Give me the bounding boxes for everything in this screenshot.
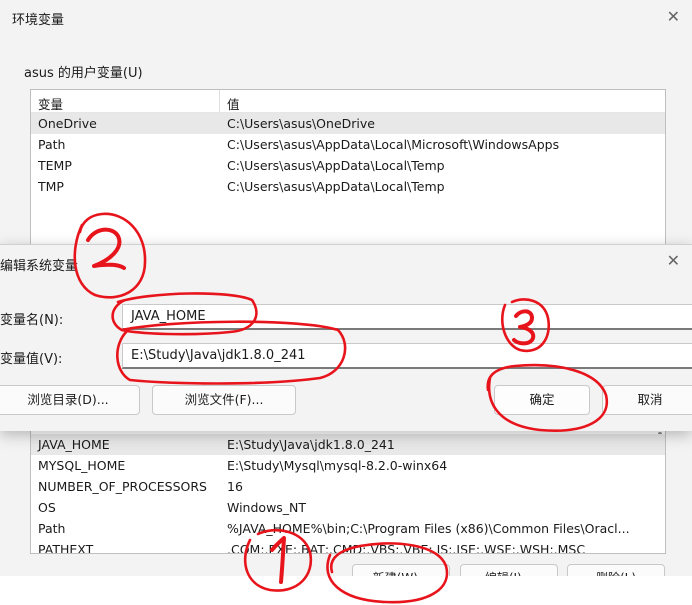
variable-value-text: E:\Study\Java\jdk1.8.0_241 <box>131 348 306 363</box>
dialog-title: 编辑系统变量 <box>0 259 79 274</box>
close-icon[interactable]: ✕ <box>667 251 680 270</box>
browse-directory-button[interactable]: 浏览目录(D)... <box>0 385 140 415</box>
table-row[interactable]: NUMBER_OF_PROCESSORS 16 <box>31 476 665 497</box>
table-row[interactable]: MYSQL_HOME E:\Study\Mysql\mysql-8.2.0-wi… <box>31 455 665 476</box>
variable-name: MYSQL_HOME <box>38 458 126 473</box>
variable-name: Path <box>38 521 66 536</box>
list-header: 变量 值 <box>31 90 665 113</box>
variable-name-value: JAVA_HOME <box>131 309 206 324</box>
column-header-value[interactable]: 值 <box>227 94 240 113</box>
variable-name: JAVA_HOME <box>38 437 110 452</box>
column-header-name[interactable]: 变量 <box>38 94 63 113</box>
env-window-title: 环境变量 <box>12 13 65 28</box>
variable-name: OS <box>38 500 56 515</box>
variable-value: C:\Users\asus\AppData\Local\Temp <box>227 179 445 194</box>
user-variables-list[interactable]: 变量 值 OneDrive C:\Users\asus\OneDrive Pat… <box>30 89 666 249</box>
table-row[interactable]: TEMP C:\Users\asus\AppData\Local\Temp <box>31 155 665 176</box>
variable-value: C:\Users\asus\AppData\Local\Temp <box>227 158 445 173</box>
table-row[interactable]: OS Windows_NT <box>31 497 665 518</box>
variable-name: Path <box>38 137 66 152</box>
variable-name-label: 变量名(N): <box>0 313 64 328</box>
variable-value: C:\Users\asus\OneDrive <box>227 116 375 131</box>
variable-name: NUMBER_OF_PROCESSORS <box>38 479 207 494</box>
browse-file-button[interactable]: 浏览文件(F)... <box>152 385 296 415</box>
variable-value: E:\Study\Mysql\mysql-8.2.0-winx64 <box>227 458 448 473</box>
variable-value: 16 <box>227 479 243 494</box>
variable-value: C:\Users\asus\AppData\Local\Microsoft\Wi… <box>227 137 560 152</box>
cancel-button[interactable]: 取消 <box>602 385 692 415</box>
column-divider[interactable] <box>219 90 220 112</box>
variable-value-field[interactable]: E:\Study\Java\jdk1.8.0_241 <box>122 343 692 369</box>
table-row[interactable]: PATHEXT .COM;.EXE;.BAT;.CMD;.VBS;.VBE;.J… <box>31 539 665 554</box>
variable-value: .COM;.EXE;.BAT;.CMD;.VBS;.VBE;.JS;.JSE;.… <box>227 542 586 554</box>
close-icon[interactable]: ✕ <box>667 7 680 26</box>
user-variables-group-label: asus 的用户变量(U) <box>24 66 143 81</box>
table-row[interactable]: Path %JAVA_HOME%\bin;C:\Program Files (x… <box>31 518 665 539</box>
variable-name: OneDrive <box>38 116 97 131</box>
cropped-area <box>0 576 692 605</box>
table-row[interactable]: Path C:\Users\asus\AppData\Local\Microso… <box>31 134 665 155</box>
edit-system-variable-dialog: 编辑系统变量 ✕ 变量名(N): JAVA_HOME 变量值(V): E:\St… <box>0 244 692 431</box>
table-row[interactable]: TMP C:\Users\asus\AppData\Local\Temp <box>31 176 665 197</box>
variable-name: PATHEXT <box>38 542 94 554</box>
system-variables-list[interactable]: JAVA_HOME E:\Study\Java\jdk1.8.0_241 MYS… <box>30 428 666 554</box>
table-row[interactable]: JAVA_HOME E:\Study\Java\jdk1.8.0_241 <box>31 434 665 455</box>
env-titlebar: 环境变量 ✕ <box>0 0 692 34</box>
variable-value: Windows_NT <box>227 500 307 515</box>
variable-name-field[interactable]: JAVA_HOME <box>122 304 692 330</box>
ok-button[interactable]: 确定 <box>494 385 590 415</box>
variable-name: TMP <box>38 179 64 194</box>
variable-name: TEMP <box>38 158 72 173</box>
variable-value: E:\Study\Java\jdk1.8.0_241 <box>227 437 395 452</box>
variable-value-label: 变量值(V): <box>0 352 63 367</box>
variable-value: %JAVA_HOME%\bin;C:\Program Files (x86)\C… <box>227 521 630 536</box>
table-row[interactable]: OneDrive C:\Users\asus\OneDrive <box>31 113 665 134</box>
